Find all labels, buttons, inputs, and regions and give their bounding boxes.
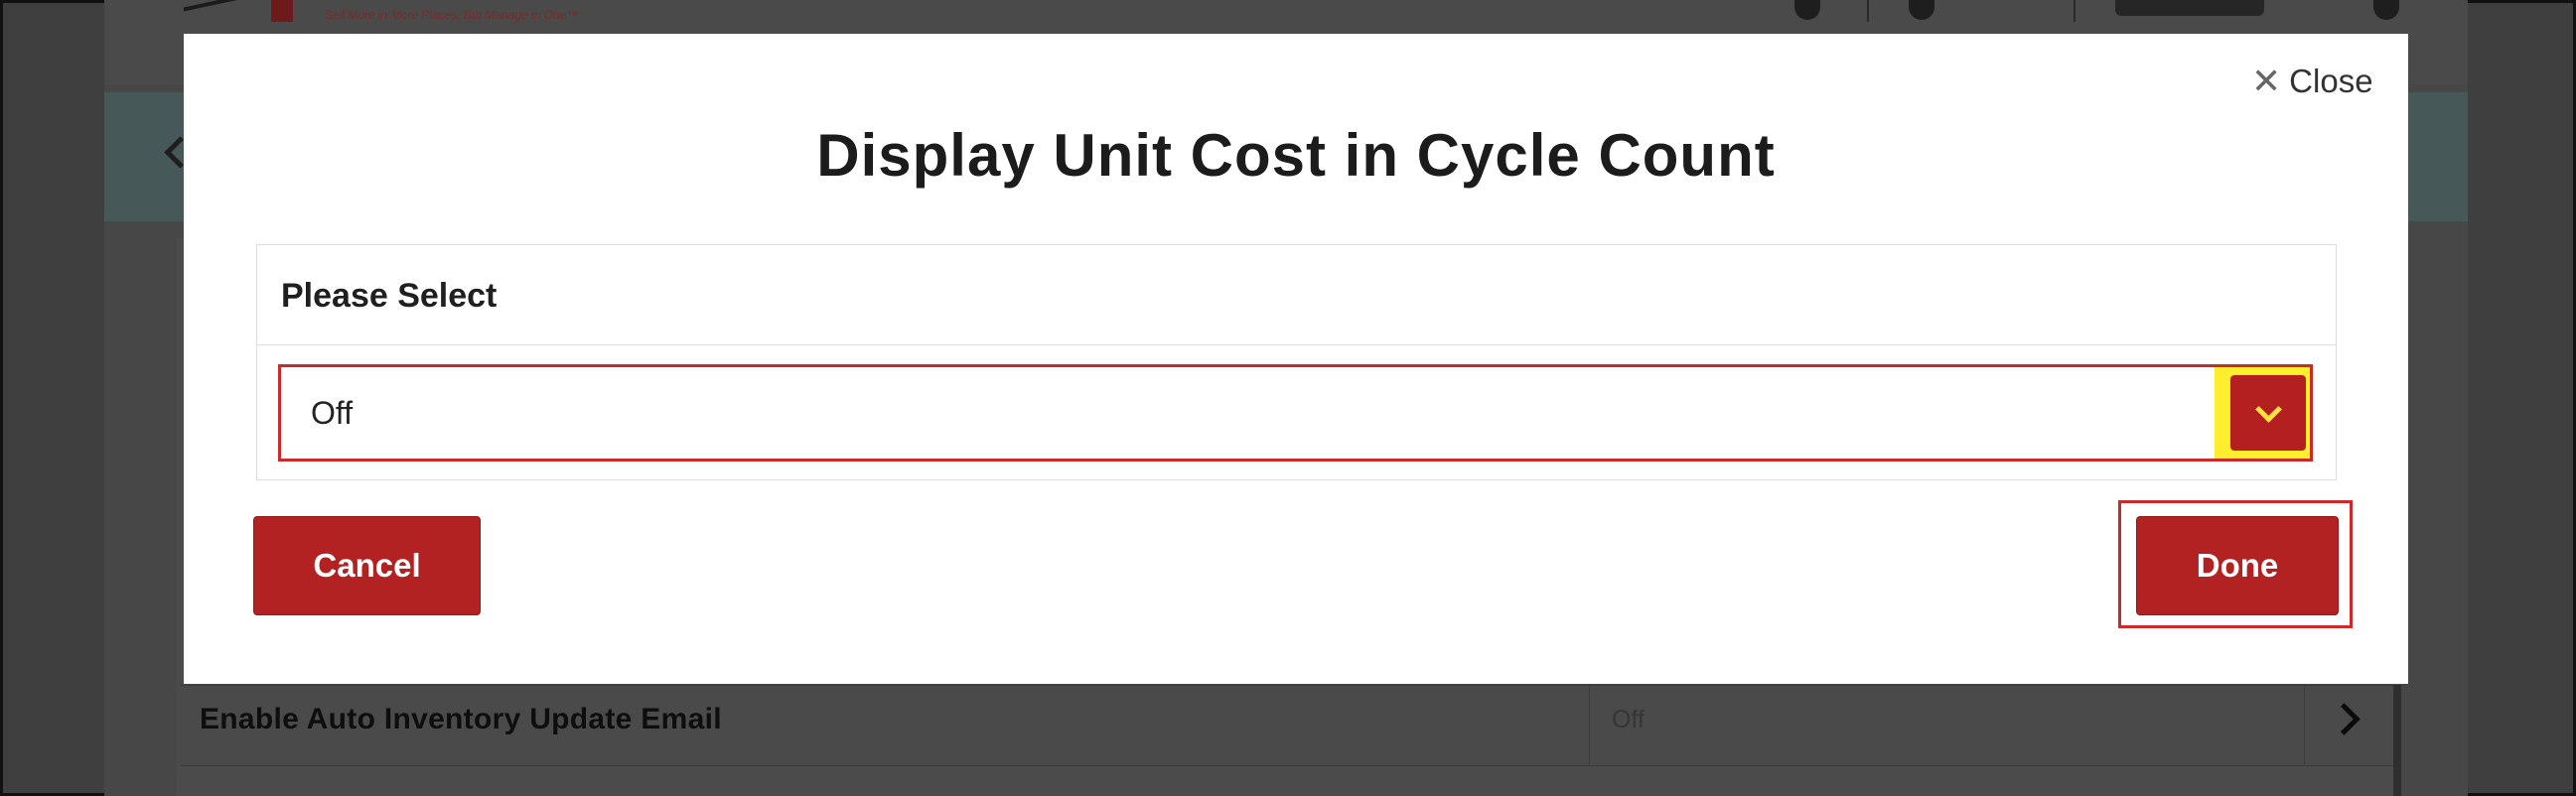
modal-title: Display Unit Cost in Cycle Count — [816, 122, 1776, 189]
dropdown-toggle[interactable] — [2230, 375, 2306, 451]
chevron-down-icon — [2254, 395, 2282, 423]
user-menu[interactable] — [2115, 0, 2264, 16]
close-x-icon: ✕ — [2251, 61, 2282, 101]
close-label: Close — [2289, 63, 2373, 99]
cancel-button[interactable]: Cancel — [253, 516, 481, 615]
header-divider — [2074, 0, 2075, 22]
settings-row-value: Off — [1612, 706, 1645, 733]
done-button[interactable]: Done — [2136, 516, 2339, 615]
header-divider — [1867, 0, 1869, 22]
scrollbar[interactable] — [2393, 685, 2401, 796]
select-label: Please Select — [281, 277, 498, 315]
select-card-header: Please Select — [257, 245, 2336, 345]
setting-dropdown[interactable]: Off — [278, 364, 2313, 462]
settings-row-label: Enable Auto Inventory Update Email — [200, 703, 722, 735]
row-divider — [1589, 685, 1590, 764]
row-divider — [2304, 685, 2305, 764]
logo-tagline: Sell More in More Places. But Manage in … — [325, 8, 579, 22]
close-button[interactable]: ✕ Close — [2251, 62, 2373, 101]
logo — [184, 0, 308, 32]
dropdown-selected-value: Off — [311, 395, 354, 431]
